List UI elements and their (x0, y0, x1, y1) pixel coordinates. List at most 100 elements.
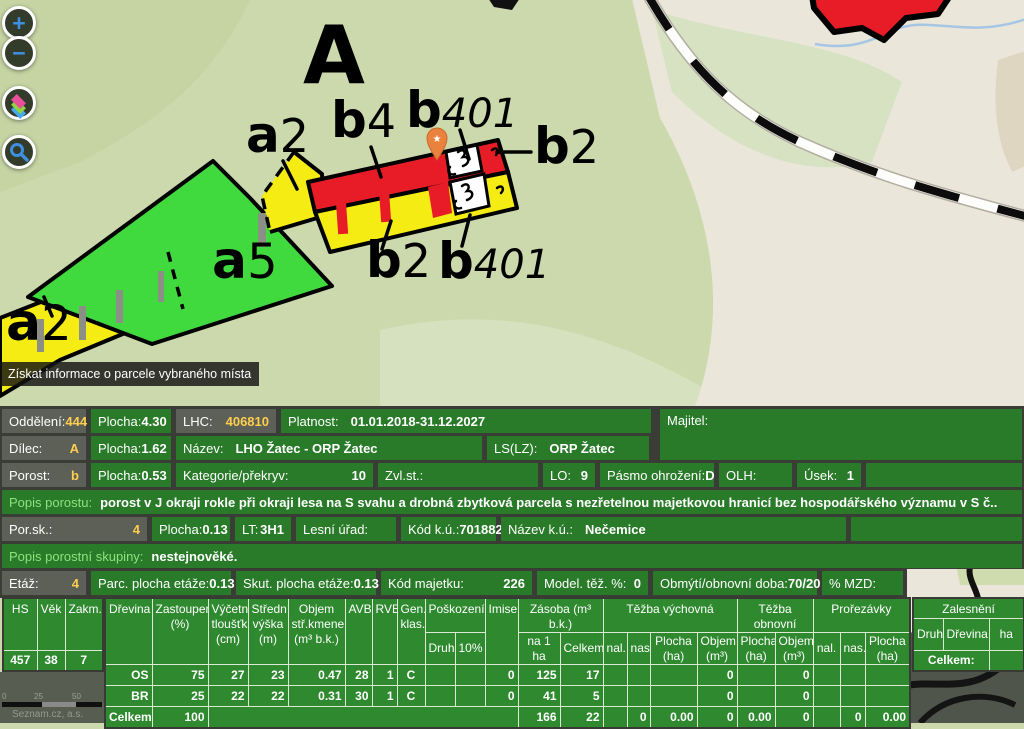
search-button[interactable] (2, 135, 36, 169)
table-row-zalesneni-total: Celkem: (913, 650, 1024, 671)
field-kod-ku: Kód k.ú.:701882 (401, 517, 496, 541)
table-row-br: BR2522 220.3130 1C 041 5 0 0 (105, 686, 910, 707)
map-label-b2-right: b2 (534, 124, 599, 169)
map-label-a2-top: a2 (246, 113, 309, 158)
field-obmyti: Obmýtí/obnovní doba:70/20 (653, 571, 817, 595)
map-attribution: Seznam.cz, a.s. (12, 709, 83, 720)
panel-row-7: Etáž:4 Parc. plocha etáže:0.13 Skut. plo… (2, 571, 903, 595)
zoom-out-button[interactable]: − (2, 36, 36, 70)
field-lesni-urad: Lesní úřad: (296, 517, 396, 541)
col-gen-klas: Gen. klas. (397, 598, 425, 665)
table-row-os: OS7527 230.4728 1C 0125 17 0 0 (105, 665, 910, 686)
map-label-a2-bottomleft: a2 (6, 300, 72, 347)
layers-button[interactable] (2, 86, 36, 120)
colgroup-tezba-vychovna: Těžba výchovná (603, 598, 737, 633)
col-druh: Druh (425, 633, 455, 665)
field-nazev-ku: Název k.ú.:Nečemice (501, 517, 846, 541)
plus-icon: + (12, 12, 25, 35)
colgroup-zalesneni: Zalesnění (913, 598, 1024, 618)
hs-table: HS Věk Zakm. 457 38 7 (2, 597, 104, 672)
map-label-A: A (303, 20, 365, 92)
colgroup-prorezavky: Prořezávky (813, 598, 910, 633)
col-plocha-prorezavky: Plocha (ha) (865, 633, 910, 665)
col-vycetni-tloustka: Výčetní tloušťka (cm) (208, 598, 248, 665)
minus-icon: − (12, 42, 25, 65)
col-zalesneni-ha: ha (989, 618, 1024, 650)
field-zvlst: Zvl.st.: (378, 463, 538, 487)
search-icon (9, 142, 29, 162)
field-porsk: Por.sk.:4 (2, 517, 147, 541)
field-etaz: Etáž:4 (2, 571, 86, 595)
field-plocha-porost: Plocha:0.53 (91, 463, 171, 487)
field-kod-majetku: Kód majetku:226 (381, 571, 532, 595)
col-nal-prorezavky: nal. (813, 633, 840, 665)
col-drevina: Dřevina (105, 598, 152, 665)
col-zakm: Zakm. (65, 598, 103, 650)
col-imise: Imise (485, 598, 518, 665)
table-row: 457 38 7 (3, 650, 103, 671)
col-10pct: 10% (455, 633, 485, 665)
col-plocha-obnovni: Plocha (ha) (737, 633, 775, 665)
colgroup-zasoba: Zásoba (m³ b.k.) (518, 598, 603, 633)
col-zalesneni-drevina: Dřevina (943, 618, 989, 650)
col-objem-obnovni: Objem (m³) (775, 633, 813, 665)
map-label-b401-bottom: b401 (438, 239, 550, 284)
field-lo: LO:9 (543, 463, 595, 487)
panel-row-5: Por.sk.:4 Plocha:0.13 LT:3H1 Lesní úřad:… (2, 517, 1022, 541)
field-lt: LT:3H1 (235, 517, 291, 541)
field-plocha-dilec: Plocha:1.62 (91, 436, 171, 460)
col-nas-prorezavky: nas. (840, 633, 865, 665)
zoom-in-button[interactable]: + (2, 6, 36, 40)
col-vek: Věk (37, 598, 65, 650)
panel-row-2: Dílec:A Plocha:1.62 Název:LHO Žatec - OR… (2, 436, 649, 460)
map-label-b2-bottom: b2 (366, 238, 431, 283)
field-row5-filler (851, 517, 1022, 541)
field-plocha-porsk: Plocha:0.13 (152, 517, 230, 541)
map-label-a5: a5 (212, 238, 278, 285)
field-popis-skupiny: Popis porostní skupiny:nestejnověké. (2, 544, 1022, 568)
table-row-total: Celkem: 100 166 22 0 0.00 0 0.00 0 0 0.0… (105, 707, 910, 728)
colgroup-poskozeni: Poškození (425, 598, 485, 633)
col-nal-vychovna: nal. (603, 633, 627, 665)
panel-row-3: Porost:b Plocha:0.53 Kategorie/překryv:1… (2, 463, 1022, 487)
col-stredni-vyska: Střední výška (m) (248, 598, 288, 665)
col-hs: HS (3, 598, 37, 650)
col-na-1-ha: na 1 ha (518, 633, 560, 665)
col-zalesneni-druh: Druh (913, 618, 943, 650)
field-lslz: LS(LZ):ORP Žatec (487, 436, 649, 460)
col-plocha-vychovna: Plocha (ha) (650, 633, 697, 665)
field-skut-plocha-etaze: Skut. plocha etáže:0.13 (236, 571, 376, 595)
col-objem-vychovna: Objem (m³) (697, 633, 737, 665)
field-plocha-oddeleni: Plocha:4.30 (91, 409, 171, 433)
col-zastoupeni: Zastoupení (%) (152, 598, 208, 665)
field-usek: Úsek:1 (797, 463, 861, 487)
col-avb: AVB (345, 598, 372, 665)
col-objem-kmene: Objem stř.kmene (m³ b.k.) (288, 598, 345, 665)
col-rvb: RVB (372, 598, 397, 665)
colgroup-tezba-obnovni: Těžba obnovní (737, 598, 813, 633)
field-model-tez: Model. těž. %:0 (537, 571, 648, 595)
col-celkem: Celkem (560, 633, 603, 665)
field-row3-filler (866, 463, 1022, 487)
panel-row-1: Oddělení:444 Plocha:4.30 LHC:406810 Plat… (2, 409, 651, 433)
field-porost: Porost:b (2, 463, 86, 487)
field-majitel: Majitel: (660, 409, 1022, 460)
field-dilec: Dílec:A (2, 436, 86, 460)
stand-table: Dřevina Zastoupení (%) Výčetní tloušťka … (104, 597, 911, 729)
map-label-b401-top: b401 (406, 88, 518, 133)
field-nazev: Název:LHO Žatec - ORP Žatec (176, 436, 482, 460)
field-lhc: LHC:406810 (176, 409, 276, 433)
layers-icon (9, 93, 29, 113)
field-popis-porostu: Popis porostu:porost v J okraji rokle př… (2, 490, 1022, 514)
field-oddeleni: Oddělení:444 (2, 409, 86, 433)
map-label-b4: b4 (331, 98, 396, 143)
field-mzd: % MZD: (822, 571, 903, 595)
field-platnost: Platnost:01.01.2018-31.12.2027 (281, 409, 651, 433)
field-pasmo-ohrozeni: Pásmo ohrožení:D (600, 463, 714, 487)
zalesneni-table: Zalesnění Druh Dřevina ha Celkem: (912, 597, 1024, 672)
field-kategorie: Kategorie/překryv:10 (176, 463, 373, 487)
map-tooltip: Získat informace o parcele vybraného mís… (0, 362, 259, 386)
col-nas-vychovna: nas. (627, 633, 650, 665)
field-olh: OLH: (719, 463, 792, 487)
field-parc-plocha-etaze: Parc. plocha etáže:0.13 (91, 571, 231, 595)
